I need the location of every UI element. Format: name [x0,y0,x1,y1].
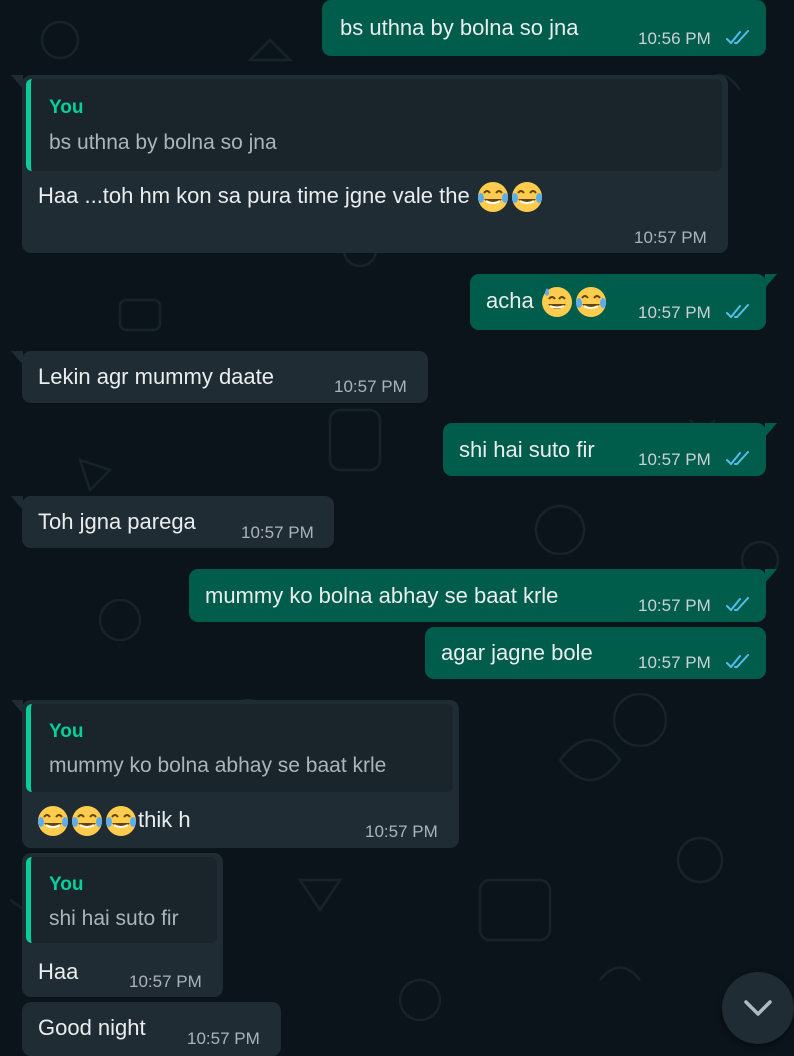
laugh-emoji-icon [476,180,510,214]
quote-author: You [49,874,84,895]
laugh-emoji-icon [574,285,608,319]
message-text: thik h [36,804,191,838]
quoted-message[interactable]: You mummy ko bolna abhay se baat krle [26,704,453,792]
message-body: acha [486,287,534,313]
laugh-emoji-icon [510,180,544,214]
message-time: 10:57 PM [638,450,711,469]
message-text: agar jagne bole [441,640,593,665]
quoted-message[interactable]: You shi hai suto fir [26,857,217,943]
quote-text: bs uthna by bolna so jna [49,131,277,154]
chevron-down-icon [744,1000,772,1016]
laugh-emoji-icon [70,804,104,838]
message-text: Good night [38,1015,146,1040]
message-incoming-reply[interactable]: You shi hai suto fir Haa 10:57 PM [22,853,223,997]
message-text: Toh jgna parega [38,509,196,534]
double-check-icon [726,654,752,670]
message-text: bs uthna by bolna so jna [340,15,579,40]
message-text: Lekin agr mummy daate [38,364,274,389]
message-incoming-reply[interactable]: You bs uthna by bolna so jna Haa ...toh … [11,75,728,253]
message-time: 10:57 PM [187,1029,260,1048]
message-time: 10:57 PM [129,972,202,991]
message-time: 10:57 PM [638,653,711,672]
message-time: 10:57 PM [634,228,707,247]
message-time: 10:57 PM [638,596,711,615]
message-time: 10:57 PM [638,303,711,322]
message-text: shi hai suto fir [459,437,595,462]
message-text: mummy ko bolna abhay se baat krle [205,583,559,608]
message-incoming[interactable]: Lekin agr mummy daate 10:57 PM [11,351,428,403]
chat-message-list: bs uthna by bolna so jna 10:56 PM You bs… [0,0,794,1056]
message-outgoing[interactable]: mummy ko bolna abhay se baat krle 10:57 … [189,569,777,622]
message-incoming[interactable]: Good night 10:57 PM [22,1002,281,1056]
message-time: 10:57 PM [365,822,438,841]
message-outgoing[interactable]: bs uthna by bolna so jna 10:56 PM [322,0,766,56]
message-outgoing[interactable]: acha 10:57 PM [470,274,777,330]
laugh-emoji-icon [104,804,138,838]
double-check-icon [726,30,752,46]
grin-sweat-emoji-icon [540,285,574,319]
message-body: Haa ...toh hm kon sa pura time jgne vale… [38,182,470,208]
message-time: 10:56 PM [638,29,711,48]
message-text: Haa [38,959,79,984]
message-incoming-reply[interactable]: You mummy ko bolna abhay se baat krle th… [11,700,459,848]
message-text: Haa ...toh hm kon sa pura time jgne vale… [38,180,544,214]
quote-text: shi hai suto fir [49,907,179,930]
message-time: 10:57 PM [241,523,314,542]
quote-author: You [49,97,84,118]
scroll-to-bottom-button[interactable] [722,972,794,1044]
message-body: thik h [138,806,191,832]
message-incoming[interactable]: Toh jgna parega 10:57 PM [11,496,334,548]
double-check-icon [726,304,752,320]
message-outgoing[interactable]: agar jagne bole 10:57 PM [425,627,766,679]
message-time: 10:57 PM [334,377,407,396]
quote-author: You [49,721,84,742]
quote-text: mummy ko bolna abhay se baat krle [49,754,387,777]
message-outgoing[interactable]: shi hai suto fir 10:57 PM [443,423,777,476]
laugh-emoji-icon [36,804,70,838]
double-check-icon [726,451,752,467]
double-check-icon [726,597,752,613]
message-text: acha [486,285,608,319]
quoted-message[interactable]: You bs uthna by bolna so jna [26,79,722,171]
